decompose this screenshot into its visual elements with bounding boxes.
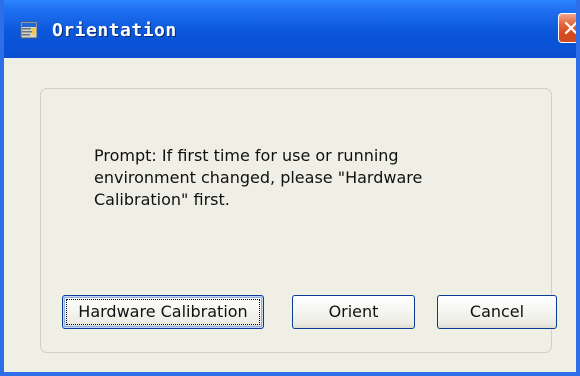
hardware-calibration-label: Hardware Calibration xyxy=(78,302,248,321)
close-icon xyxy=(564,21,576,35)
close-button[interactable] xyxy=(558,13,576,43)
cancel-label: Cancel xyxy=(469,302,525,321)
calibration-prompt: Prompt: If first time for use or running… xyxy=(94,146,423,209)
window-app-icon xyxy=(20,21,38,39)
window-title: Orientation xyxy=(52,20,177,41)
cancel-button[interactable]: Cancel xyxy=(437,295,557,329)
title-bar[interactable]: Orientation xyxy=(4,0,576,58)
hardware-calibration-button[interactable]: Hardware Calibration xyxy=(62,295,264,329)
orient-button[interactable]: Orient xyxy=(292,295,415,329)
orient-label: Orient xyxy=(328,302,379,321)
orientation-dialog: Orientation Prompt: If first time for us… xyxy=(0,0,580,376)
